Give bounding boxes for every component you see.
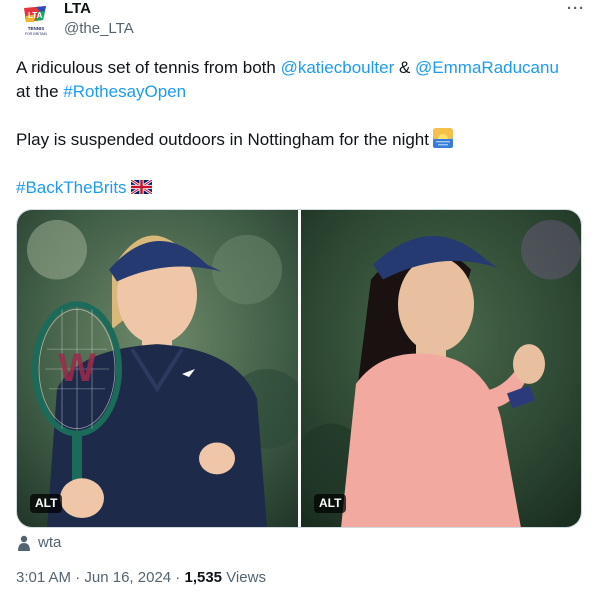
tweet-line-2: at the #RothesayOpen — [16, 80, 591, 104]
text-fragment: Play is suspended outdoors in Nottingham… — [16, 130, 429, 149]
more-options-button[interactable]: ··· — [567, 0, 585, 18]
hashtag-rothesayopen[interactable]: #RothesayOpen — [63, 82, 186, 101]
tweet-meta: 3:01 AM · Jun 16, 2024 · 1,535 Views — [16, 568, 266, 588]
alt-badge[interactable]: ALT — [30, 494, 63, 513]
photo-left-image: W — [17, 210, 298, 527]
sunrise-emoji-icon — [432, 128, 453, 148]
tweet-line-4: #BackTheBrits — [16, 176, 591, 200]
tweet-line-3: Play is suspended outdoors in Nottingham… — [16, 128, 591, 152]
svg-text:TENNIS: TENNIS — [28, 26, 45, 31]
views-label: Views — [222, 569, 266, 586]
tweet-line-1: A ridiculous set of tennis from both @ka… — [16, 56, 591, 80]
tweet-time[interactable]: 3:01 AM — [16, 569, 71, 586]
tagged-user-name[interactable]: wta — [38, 533, 61, 553]
meta-separator: · — [71, 569, 85, 586]
mention-emmaraducanu[interactable]: @EmmaRaducanu — [415, 58, 559, 77]
alt-badge[interactable]: ALT — [314, 494, 347, 513]
svg-text:FOR BRITAIN: FOR BRITAIN — [25, 32, 47, 36]
lta-logo-avatar[interactable]: LTA TENNIS FOR BRITAIN — [16, 2, 56, 42]
author-name[interactable]: LTA — [64, 0, 91, 18]
author-handle[interactable]: @the_LTA — [64, 20, 134, 38]
text-fragment: A ridiculous set of tennis from both — [16, 58, 281, 77]
media-grid: W ALT ALT — [16, 209, 582, 528]
logo-text: LTA — [28, 11, 43, 20]
person-icon — [18, 535, 30, 551]
mention-katiecboulter[interactable]: @katiecboulter — [281, 58, 395, 77]
tagged-user[interactable]: wta — [17, 533, 61, 553]
tweet-card: LTA TENNIS FOR BRITAIN LTA @the_LTA ··· … — [0, 0, 607, 597]
tweet-date[interactable]: Jun 16, 2024 — [84, 569, 171, 586]
views-count: 1,535 — [184, 569, 223, 586]
lta-logo-icon: LTA TENNIS FOR BRITAIN — [24, 6, 47, 36]
hashtag-backthebrits[interactable]: #BackTheBrits — [16, 178, 127, 197]
photo-right-image — [301, 210, 581, 527]
svg-text:W: W — [58, 346, 96, 390]
text-fragment: & — [394, 58, 416, 77]
uk-flag-icon — [130, 180, 152, 194]
tweet-text: A ridiculous set of tennis from both @ka… — [16, 56, 591, 200]
photo-katie-boulter[interactable]: W ALT — [17, 210, 298, 527]
text-fragment: at the — [16, 82, 64, 101]
meta-separator: · — [171, 569, 185, 586]
photo-emma-raducanu[interactable]: ALT — [301, 210, 581, 527]
